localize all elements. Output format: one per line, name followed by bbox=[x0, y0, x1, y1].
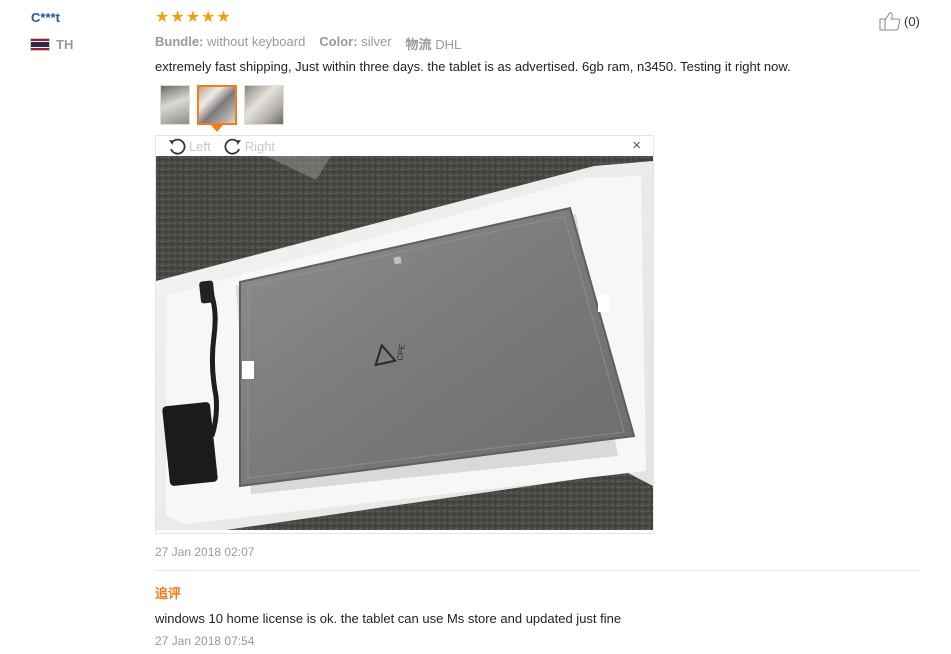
photo-viewer: Left Right × CPE bbox=[155, 135, 654, 534]
review-text: extremely fast shipping, Just within thr… bbox=[155, 59, 791, 74]
star-icon: ★ bbox=[201, 9, 216, 26]
review-photo: CPE bbox=[156, 156, 653, 530]
star-icon: ★ bbox=[216, 9, 231, 26]
close-viewer-button[interactable]: × bbox=[632, 138, 641, 154]
helpful-count: (0) bbox=[904, 13, 920, 29]
rotate-right-icon bbox=[224, 138, 241, 155]
viewer-toolbar: Left Right × bbox=[156, 136, 653, 156]
additional-feedback-text: windows 10 home license is ok. the table… bbox=[155, 611, 622, 626]
rotate-right-button[interactable]: Right bbox=[223, 136, 275, 156]
country-code: TH bbox=[56, 37, 74, 52]
thumbs-up-icon bbox=[879, 12, 901, 31]
photo-thumbnail[interactable] bbox=[160, 85, 190, 125]
star-icon: ★ bbox=[170, 9, 185, 26]
product-attributes: Bundle: without keyboard Color: silver 物… bbox=[155, 34, 461, 53]
star-icon: ★ bbox=[155, 9, 170, 26]
rotate-left-icon bbox=[169, 138, 186, 155]
reviewer-name: C***t bbox=[31, 10, 60, 25]
rotate-left-label: Left bbox=[189, 138, 211, 154]
divider bbox=[155, 570, 920, 571]
additional-feedback-label: 追评 bbox=[155, 586, 182, 601]
helpful-button[interactable]: (0) bbox=[879, 11, 920, 31]
review-date: 27 Jan 2018 02:07 bbox=[155, 545, 255, 559]
tablet-photo-image: CPE bbox=[156, 156, 653, 530]
reviewer-country: TH bbox=[30, 37, 73, 52]
attribute-bundle: Bundle: without keyboard bbox=[155, 34, 306, 49]
star-rating: ★ ★ ★ ★ ★ bbox=[155, 10, 231, 26]
photo-thumbnails bbox=[160, 85, 284, 132]
star-icon: ★ bbox=[185, 9, 201, 26]
photo-thumbnail[interactable] bbox=[244, 85, 284, 125]
rotate-left-button[interactable]: Left bbox=[167, 136, 211, 156]
attribute-color: Color: silver bbox=[319, 34, 392, 49]
photo-thumbnail-selected[interactable] bbox=[197, 85, 237, 132]
rotate-right-label: Right bbox=[244, 138, 276, 154]
thailand-flag-icon bbox=[30, 38, 50, 51]
attribute-shipping: 物流 DHL bbox=[405, 37, 462, 52]
additional-feedback-date: 27 Jan 2018 07:54 bbox=[155, 634, 255, 648]
